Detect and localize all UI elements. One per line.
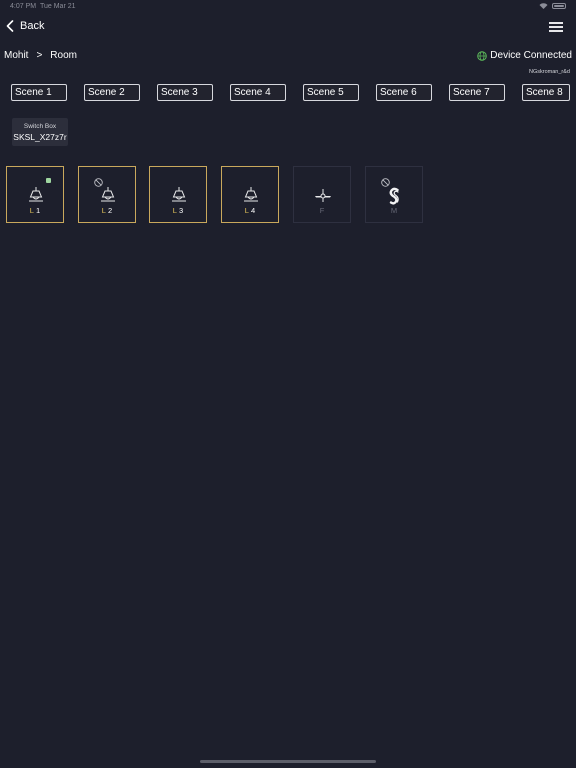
device-status-text: Device Connected [490,50,572,61]
scene-button-2[interactable]: Scene 2 [84,84,140,101]
hamburger-menu-button[interactable] [549,22,563,32]
tile-label: M [366,206,422,215]
tile-label-number: 1 [36,206,41,215]
menu-line [549,26,563,28]
light-tile-2[interactable]: L 2 [78,166,136,223]
ceiling-lamp-icon [29,187,43,202]
ceiling-lamp-icon [244,187,258,202]
status-date-text: Tue Mar 21 [39,3,76,10]
breadcrumb-room: Room [50,50,77,61]
ceiling-lamp-icon [172,187,186,202]
scene-button-5[interactable]: Scene 5 [303,84,359,101]
tile-label: F [294,206,350,215]
status-dot-icon [46,178,51,183]
tile-label: L 4 [222,206,278,215]
globe-icon [477,50,488,61]
light-tile-1[interactable]: L 1 [6,166,64,223]
scene-bar: Scene 1 Scene 2 Scene 3 Scene 4 Scene 5 … [0,84,576,101]
tile-label-prefix: L [172,206,177,215]
switch-box-id: SKSL_X27z7r [13,132,67,142]
menu-line [549,22,563,24]
device-status: Device Connected [477,50,572,61]
tile-label-number: 2 [108,206,113,215]
breadcrumb-separator: > [36,50,43,61]
tile-label-number: M [390,206,398,215]
status-indicators [539,3,566,9]
status-time-text: 4:07 PM [10,3,37,10]
breadcrumb: Mohit > Room [4,50,77,61]
menu-line [549,30,563,32]
home-indicator[interactable] [200,760,376,763]
tile-label-number: F [319,206,325,215]
tile-label-prefix: L [29,206,34,215]
tile-label: L 1 [7,206,63,215]
scene-button-7[interactable]: Scene 7 [449,84,505,101]
tile-label-prefix: L [101,206,106,215]
switch-box-title: Switch Box [23,123,57,130]
chevron-left-icon [6,20,14,32]
switch-box-selector[interactable]: Switch Box SKSL_X27z7r [12,118,68,146]
master-switch-icon [389,187,399,205]
tile-label: L 3 [150,206,206,215]
status-time: 4:07 PM Tue Mar 21 [10,3,76,10]
back-label: Back [20,20,45,32]
tile-label-prefix: L [244,206,249,215]
battery-icon [552,3,566,9]
tile-label: L 2 [79,206,135,215]
fan-icon [315,189,331,202]
tile-label-number: 4 [251,206,256,215]
fan-tile[interactable]: F [293,166,351,223]
scene-button-1[interactable]: Scene 1 [11,84,67,101]
status-bar: 4:07 PM Tue Mar 21 [0,0,576,14]
back-button[interactable]: Back [6,20,44,32]
scene-button-6[interactable]: Scene 6 [376,84,432,101]
light-tile-4[interactable]: L 4 [221,166,279,223]
wifi-icon [539,3,548,9]
breadcrumb-home[interactable]: Mohit [4,50,28,61]
scene-button-3[interactable]: Scene 3 [157,84,213,101]
tile-label-number: 3 [179,206,184,215]
master-tile[interactable]: M [365,166,423,223]
ceiling-lamp-icon [101,187,115,202]
scene-button-8[interactable]: Scene 8 [522,84,570,101]
network-name: NGskroman_r&d [529,69,570,75]
scene-button-4[interactable]: Scene 4 [230,84,286,101]
light-tile-3[interactable]: L 3 [149,166,207,223]
